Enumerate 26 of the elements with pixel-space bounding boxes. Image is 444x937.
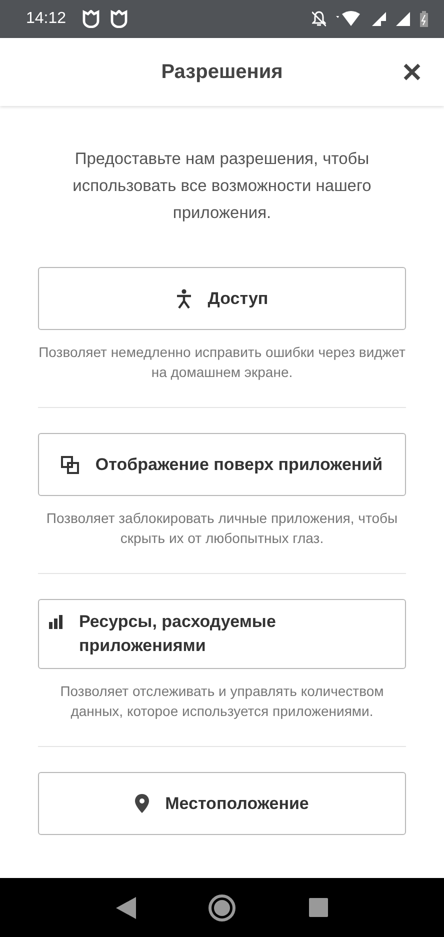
permission-button[interactable]: Местоположение (38, 772, 406, 835)
permission-button[interactable]: Доступ (38, 267, 406, 330)
battery-icon (420, 11, 428, 27)
permission-button[interactable]: Ресурсы, расходуемые приложениями (38, 599, 406, 669)
page-title: Разрешения (161, 60, 283, 84)
signal-icon (372, 12, 386, 26)
permission-description: Позволяет заблокировать личные приложения, чтобы скрыть их от любопытных глаз. (45, 509, 399, 548)
permission-description: Позволяет немедленно исправить ошибки через виджет на домашнем экране. (38, 343, 406, 382)
permission-description: Позволяет отслеживать и управлять количеством данных, которое используется приложениями. (59, 682, 385, 721)
permission-button[interactable]: Отображение поверх приложений (38, 433, 406, 496)
status-time: 14:12 (26, 10, 66, 28)
close-icon (402, 62, 422, 82)
shield-icon (110, 10, 128, 28)
layers-icon (61, 456, 80, 474)
home-icon[interactable] (207, 892, 238, 922)
shield-icon (82, 10, 100, 28)
bell-off-icon (312, 11, 326, 27)
recents-icon[interactable] (309, 898, 328, 917)
bar-chart-icon (49, 615, 63, 629)
person-icon (176, 288, 192, 308)
signal-icon (396, 12, 410, 26)
close-button[interactable] (402, 62, 422, 82)
back-icon[interactable] (116, 896, 136, 918)
intro-text: Предоставьте нам разрешения, чтобы использовать все возможности нашего приложения. (72, 149, 372, 224)
wifi-icon (336, 11, 362, 27)
location-pin-icon (135, 794, 150, 813)
